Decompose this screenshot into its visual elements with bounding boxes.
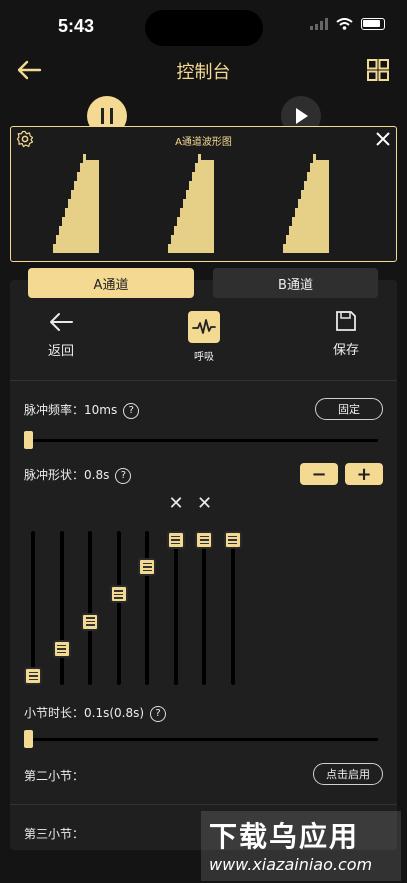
divider (10, 380, 397, 381)
help-icon[interactable]: ? (115, 467, 132, 484)
shape-bar-track[interactable] (88, 531, 92, 685)
mode-breath-label: 呼吸 (194, 352, 214, 363)
shape-bar-track[interactable] (230, 531, 235, 685)
signal-icon (310, 18, 328, 30)
watermark-url: www.xiazainiao.com (209, 855, 373, 874)
section-duration-slider-thumb[interactable] (24, 730, 33, 748)
pulse-shape-label: 脉冲形状： (24, 468, 85, 482)
section-duration-value: 0.1s(0.8s) (84, 706, 145, 720)
remove-bar-icon[interactable]: ✕ (197, 493, 212, 514)
minus-button[interactable]: − (300, 463, 338, 485)
shape-bar-track[interactable] (202, 531, 206, 685)
section-duration-slider-track[interactable] (24, 738, 378, 741)
shape-bar-track[interactable] (59, 531, 64, 685)
second-section-label: 第二小节： (24, 769, 85, 783)
pulse-freq-slider-thumb[interactable] (24, 431, 33, 449)
shape-bar-track[interactable] (173, 531, 178, 685)
save-icon (336, 311, 356, 331)
pulse-shape-value: 0.8s (84, 468, 110, 482)
shape-bar-track[interactable] (31, 531, 35, 685)
shape-bar-thumb[interactable] (81, 612, 99, 631)
status-icons (310, 18, 385, 30)
pulse-freq-slider-track[interactable] (24, 439, 378, 442)
mode-breath-action[interactable]: 呼吸 (185, 311, 223, 363)
third-section-label: 第三小节： (24, 827, 85, 841)
battery-icon (361, 18, 385, 30)
shape-bar-thumb[interactable] (223, 531, 242, 549)
page-title: 控制台 (176, 62, 231, 83)
fixed-button[interactable]: 固定 (315, 398, 383, 420)
wifi-icon (336, 18, 353, 30)
shape-bar-thumb[interactable] (24, 667, 42, 685)
remove-bar-icon[interactable]: ✕ (169, 493, 184, 514)
help-icon[interactable]: ? (123, 402, 140, 419)
waveform-chart (51, 154, 329, 253)
section-duration-row: 小节时长：0.1s(0.8s)? (24, 704, 167, 722)
waveform-pulse-2 (166, 154, 214, 253)
shape-bar-track[interactable] (116, 531, 121, 685)
shape-bar-thumb[interactable] (52, 639, 71, 658)
watermark-text: 下载乌应用 (209, 820, 360, 853)
save-action[interactable]: 保存 (320, 310, 372, 358)
tab-channel-b[interactable]: B通道 (213, 268, 378, 298)
help-icon[interactable]: ? (150, 705, 167, 722)
dynamic-island (145, 10, 263, 46)
back-action-label: 返回 (47, 344, 74, 359)
pulse-shape-bars[interactable]: ✕ ✕ (22, 493, 252, 695)
save-action-label: 保存 (332, 343, 359, 358)
pulse-wave-icon (188, 311, 220, 343)
pulse-freq-row: 脉冲频率：10ms? (24, 401, 140, 419)
left-arrow-icon (50, 313, 73, 331)
shape-bar-thumb[interactable] (195, 531, 213, 549)
shape-bar-thumb[interactable] (109, 585, 128, 604)
tab-channel-a[interactable]: A通道 (28, 268, 194, 298)
waveform-pulse-1 (51, 154, 99, 253)
back-action[interactable]: 返回 (36, 312, 86, 359)
shape-bar-track[interactable] (145, 531, 149, 685)
grid-menu-icon[interactable] (366, 58, 390, 82)
pulse-freq-value: 10ms (84, 403, 118, 417)
divider (10, 804, 397, 805)
shape-bar-thumb[interactable] (138, 558, 156, 577)
enable-second-section-button[interactable]: 点击启用 (313, 763, 383, 785)
pulse-freq-label: 脉冲频率： (24, 403, 85, 417)
pulse-shape-row: 脉冲形状：0.8s? (24, 466, 132, 484)
status-time: 5:43 (58, 16, 95, 36)
waveform-pulse-3 (281, 154, 329, 253)
shape-bar-thumb[interactable] (166, 531, 185, 549)
section-duration-label: 小节时长： (24, 706, 85, 720)
watermark: 下载乌应用 www.xiazainiao.com (201, 811, 401, 881)
plus-button[interactable]: + (345, 463, 383, 485)
waveform-panel: A通道波形图 (10, 126, 397, 262)
